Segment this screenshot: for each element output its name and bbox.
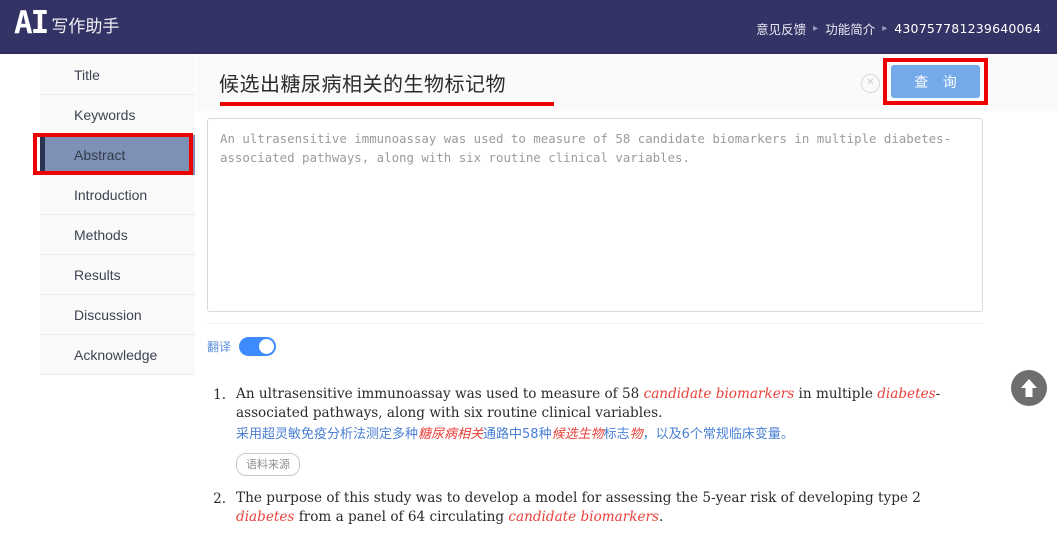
app-logo[interactable]: AI 写作助手: [14, 6, 119, 40]
toggle-knob: [259, 339, 275, 354]
list-item: 1. An ultrasensitive immunoassay was use…: [204, 385, 994, 476]
result-number: 2.: [213, 491, 226, 507]
abstract-input[interactable]: [207, 118, 983, 312]
scroll-to-top-button[interactable]: [1011, 370, 1047, 406]
nav-separator-icon: ▸: [813, 23, 819, 34]
sidebar-item-keywords[interactable]: Keywords: [40, 95, 195, 135]
sidebar-item-title[interactable]: Title: [40, 55, 195, 95]
circle-x-icon[interactable]: ✕: [861, 74, 880, 93]
page-title: 候选出糖尿病相关的生物标记物: [219, 72, 506, 96]
sidebar-item-results[interactable]: Results: [40, 255, 195, 295]
result-number: 1.: [213, 387, 226, 403]
main-panel: 候选出糖尿病相关的生物标记物 ✕ 查 询 翻译 1. An ultrasensi…: [196, 55, 1057, 530]
result-body: An ultrasensitive immunoassay was used t…: [226, 385, 994, 476]
result-body: The purpose of this study was to develop…: [226, 489, 994, 526]
section-sidebar: Title Keywords Abstract Introduction Met…: [40, 55, 195, 375]
sidebar-item-methods[interactable]: Methods: [40, 215, 195, 255]
logo-text: 写作助手: [51, 17, 120, 37]
header-nav: 意见反馈 ▸ 功能简介 ▸ 430757781239640064: [756, 19, 1041, 38]
sidebar-item-discussion[interactable]: Discussion: [40, 295, 195, 335]
sidebar-item-introduction[interactable]: Introduction: [40, 175, 195, 215]
arrow-up-icon: [1021, 379, 1037, 397]
title-bar: 候选出糖尿病相关的生物标记物 ✕ 查 询: [196, 55, 1057, 111]
app-header: AI 写作助手 意见反馈 ▸ 功能简介 ▸ 430757781239640064: [0, 0, 1057, 54]
logo-mark-icon: AI: [14, 5, 49, 41]
result-chinese: 采用超灵敏免疫分析法测定多种糖尿病相关通路中58种候选生物标志物，以及6个常规临…: [236, 427, 794, 442]
translate-label: 翻译: [207, 340, 232, 354]
query-button[interactable]: 查 询: [891, 65, 980, 98]
nav-separator-icon: ▸: [882, 23, 888, 34]
corpus-source-badge[interactable]: 语料来源: [236, 453, 300, 476]
result-english: An ultrasensitive immunoassay was used t…: [236, 386, 941, 421]
results-list: 1. An ultrasensitive immunoassay was use…: [204, 385, 994, 539]
translate-toggle-row: 翻译: [207, 337, 277, 356]
list-item: 2. The purpose of this study was to deve…: [204, 489, 994, 526]
translate-toggle[interactable]: [239, 337, 277, 356]
nav-features[interactable]: 功能简介: [825, 19, 875, 38]
sidebar-item-abstract[interactable]: Abstract: [40, 135, 195, 175]
result-english: The purpose of this study was to develop…: [236, 490, 921, 525]
nav-feedback[interactable]: 意见反馈: [756, 19, 806, 38]
editor-container: [207, 118, 983, 312]
user-id-label[interactable]: 430757781239640064: [894, 21, 1041, 36]
sidebar-item-acknowledge[interactable]: Acknowledge: [40, 335, 195, 375]
section-divider: [207, 323, 983, 324]
